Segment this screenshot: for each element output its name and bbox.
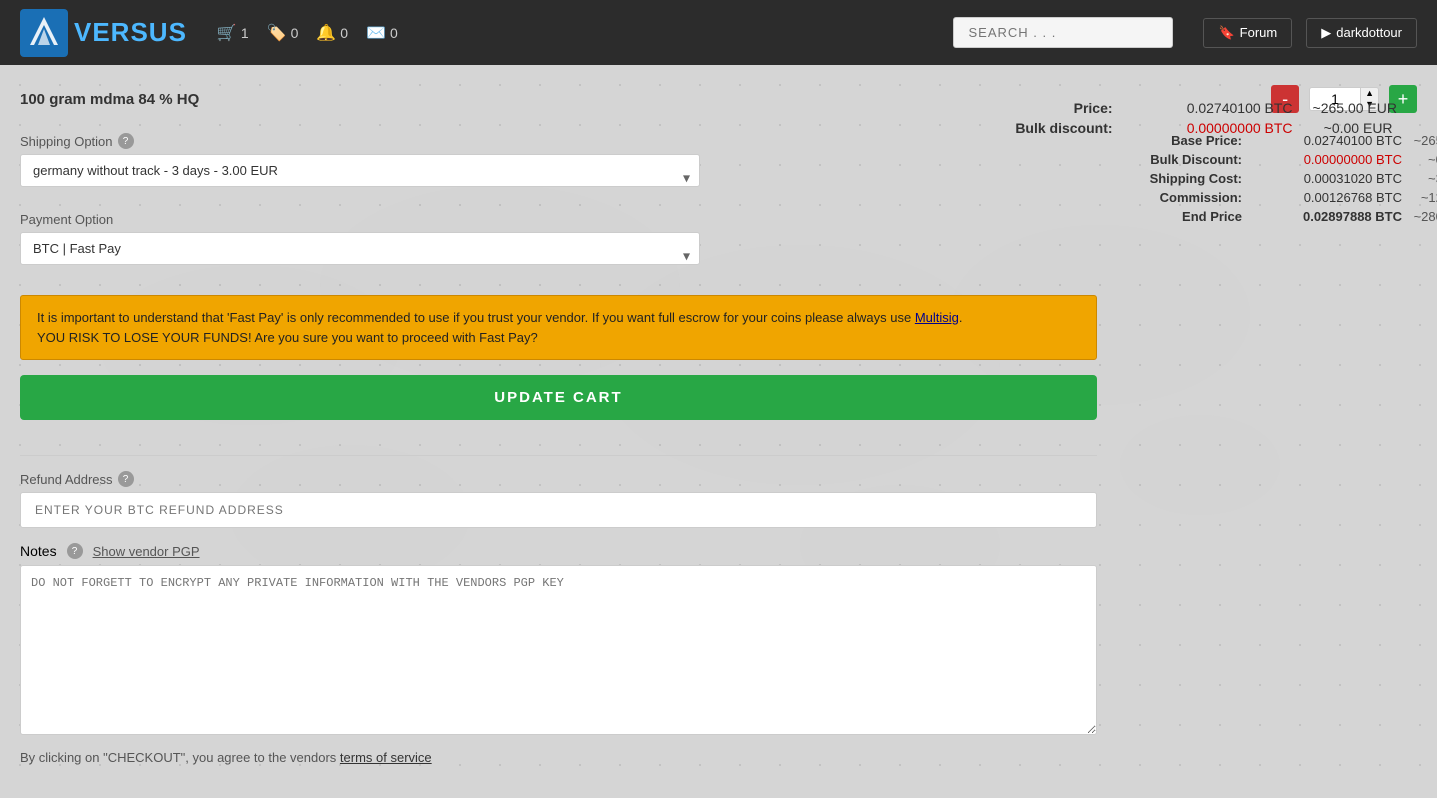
header-links: 🔖 Forum ▶ darkdottour [1203,18,1417,48]
notes-label-row: Notes ? Show vendor PGP [20,543,1097,559]
base-price-detail-label: Base Price: [1107,133,1242,148]
payment-select-wrapper[interactable]: BTC | Fast Pay [20,232,700,280]
terms-row: By clicking on "CHECKOUT", you agree to … [20,750,1097,765]
main-content: 100 gram mdma 84 % HQ - ▲ ▼ + Price: 0.0… [0,65,1437,798]
bulk-discount-detail-row: Bulk Discount: 0.00000000 BTC ~0.00 EUR [1107,152,1417,167]
notes-help-icon[interactable]: ? [67,543,83,559]
base-price-detail-btc: 0.02740100 BTC [1252,133,1402,148]
refund-help-icon[interactable]: ? [118,471,134,487]
commission-detail-label: Commission: [1107,190,1242,205]
coins-icon[interactable]: 🏷️ 0 [267,23,299,43]
shipping-label: Shipping Option ? [20,133,1097,149]
shipping-section: Shipping Option ? germany without track … [20,133,1097,202]
end-price-detail-label: End Price [1107,209,1242,224]
product-bar: 100 gram mdma 84 % HQ - ▲ ▼ + Price: 0.0… [20,85,1417,113]
price-eur: ~265.00 EUR [1313,100,1397,116]
divider [20,455,1097,456]
search-box[interactable] [953,17,1173,48]
notifications-icon[interactable]: 🔔 0 [316,23,348,43]
warning-box: It is important to understand that 'Fast… [20,295,1097,360]
base-price-detail-row: Base Price: 0.02740100 BTC ~265.00 EUR [1107,133,1417,148]
end-price-detail-btc: 0.02897888 BTC [1252,209,1402,224]
price-btc: 0.02740100 BTC [1133,100,1293,116]
price-row: Price: 0.02740100 BTC ~265.00 EUR [993,100,1397,116]
chevron-right-icon: ▶ [1321,25,1331,41]
commission-detail-row: Commission: 0.00126768 BTC ~12.25 EUR [1107,190,1417,205]
logo[interactable]: VERSUS [20,9,187,57]
commission-detail-btc: 0.00126768 BTC [1252,190,1402,205]
show-pgp-link[interactable]: Show vendor PGP [93,544,200,559]
payment-label: Payment Option [20,212,1097,227]
base-price-detail-eur: ~265.00 EUR [1412,133,1437,148]
bulk-discount-detail-label: Bulk Discount: [1107,152,1242,167]
bulk-discount-detail-btc: 0.00000000 BTC [1252,152,1402,167]
shipping-help-icon[interactable]: ? [118,133,134,149]
notes-section: Notes ? Show vendor PGP [20,543,1097,738]
nav-icons: 🛒 1 🏷️ 0 🔔 0 ✉️ 0 [217,23,398,43]
update-cart-button[interactable]: UPDATE CART [20,375,1097,420]
price-label: Price: [993,100,1113,116]
cart-icon[interactable]: 🛒 1 [217,23,249,43]
shipping-cost-detail-row: Shipping Cost: 0.00031020 BTC ~3.00 EUR [1107,171,1417,186]
payment-section: Payment Option BTC | Fast Pay [20,212,1097,280]
payment-select[interactable]: BTC | Fast Pay [20,232,700,265]
end-price-detail-row: End Price 0.02897888 BTC ~280.25 EUR [1107,209,1417,224]
refund-label: Refund Address ? [20,471,1097,487]
notes-textarea[interactable] [20,565,1097,735]
shipping-cost-detail-eur: ~3.00 EUR [1412,171,1437,186]
bulk-discount-detail-eur: ~0.00 EUR [1412,152,1437,167]
shipping-cost-detail-btc: 0.00031020 BTC [1252,171,1402,186]
commission-detail-eur: ~12.25 EUR [1412,190,1437,205]
notes-label: Notes [20,543,57,559]
search-input[interactable] [953,17,1173,48]
terms-link[interactable]: terms of service [340,750,432,765]
user-button[interactable]: ▶ darkdottour [1306,18,1417,48]
warning-text3: YOU RISK TO LOSE YOUR FUNDS! Are you sur… [37,330,538,345]
logo-text: VERSUS [74,17,187,48]
quantity-spinner-up[interactable]: ▲ [1361,88,1378,99]
shipping-select[interactable]: germany without track - 3 days - 3.00 EU… [20,154,700,187]
shipping-cost-detail-label: Shipping Cost: [1107,171,1242,186]
header: VERSUS 🛒 1 🏷️ 0 🔔 0 ✉️ 0 🔖 Forum ▶ dar [0,0,1437,65]
form-area: Shipping Option ? germany without track … [20,133,1417,765]
bookmark-icon: 🔖 [1218,25,1234,41]
terms-text: By clicking on "CHECKOUT", you agree to … [20,750,340,765]
refund-address-input[interactable] [20,492,1097,528]
multisig-link[interactable]: Multisig [915,310,959,325]
end-price-detail-eur: ~280.25 EUR [1412,209,1437,224]
shipping-select-wrapper[interactable]: germany without track - 3 days - 3.00 EU… [20,154,700,202]
cart-wrapper: 100 gram mdma 84 % HQ - ▲ ▼ + Price: 0.0… [20,85,1417,765]
refund-section: Refund Address ? [20,471,1097,528]
warning-text1: It is important to understand that 'Fast… [37,310,915,325]
detail-prices: Base Price: 0.02740100 BTC ~265.00 EUR B… [1107,133,1417,228]
forum-button[interactable]: 🔖 Forum [1203,18,1292,48]
messages-icon[interactable]: ✉️ 0 [366,23,398,43]
